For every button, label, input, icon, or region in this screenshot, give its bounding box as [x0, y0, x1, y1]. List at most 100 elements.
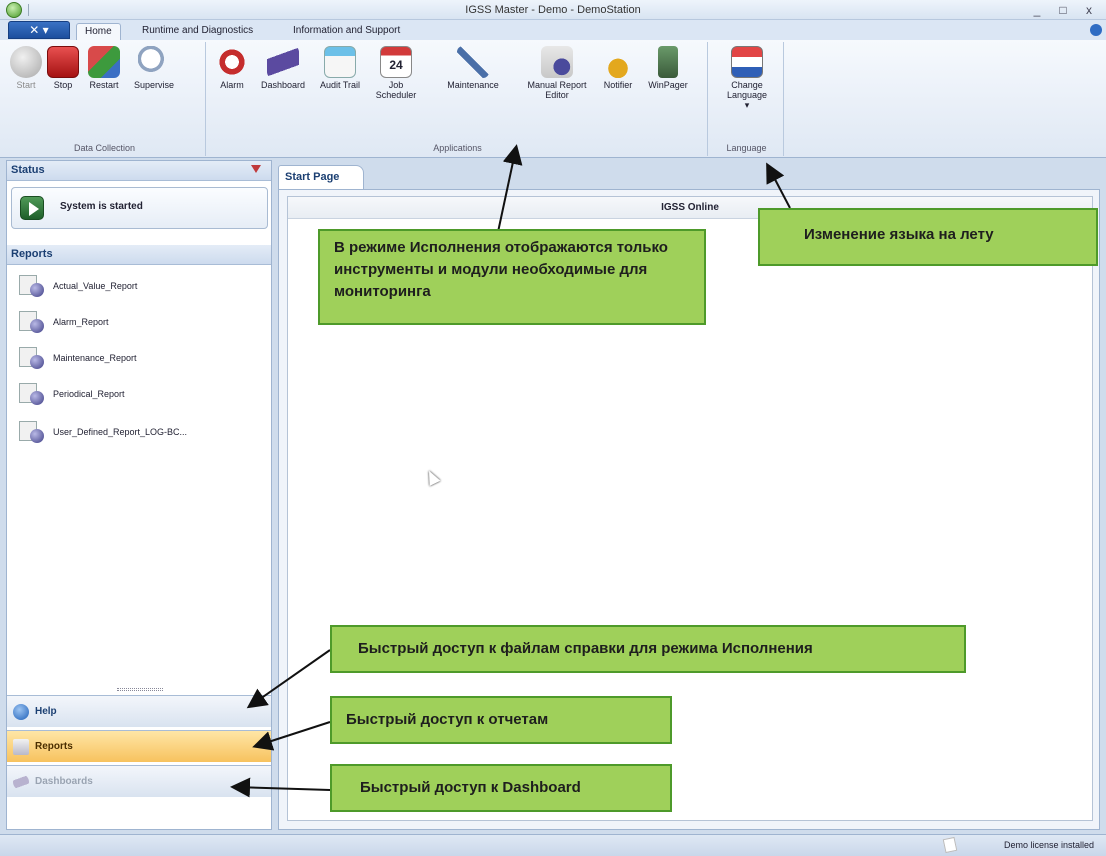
report-icon	[17, 309, 45, 335]
winpager-label: WinPager	[648, 80, 688, 90]
callout-dashboard: Быстрый доступ к Dashboard	[330, 764, 672, 812]
help-icon[interactable]	[1090, 24, 1102, 36]
report-label: Alarm_Report	[53, 317, 109, 327]
window-title: IGSS Master - Demo - DemoStation	[465, 4, 641, 16]
alarm-label: Alarm	[220, 80, 244, 90]
job-scheduler-button[interactable]: 24 Job Scheduler	[368, 46, 424, 100]
report-label: Maintenance_Report	[53, 353, 137, 363]
wrench-icon	[457, 46, 489, 78]
notifier-label: Notifier	[603, 80, 633, 90]
restart-label: Restart	[89, 80, 119, 90]
audit-trail-button[interactable]: Audit Trail	[314, 46, 366, 90]
tab-information-support[interactable]: Information and Support	[285, 23, 408, 40]
pager-icon	[658, 46, 678, 78]
job-scheduler-label: Job Scheduler	[375, 80, 417, 100]
report-label: Periodical_Report	[53, 389, 125, 399]
notifier-button[interactable]: Notifier	[596, 46, 640, 90]
callout-language: Изменение языка на лету	[758, 208, 1098, 266]
list-item[interactable]: Alarm_Report	[17, 309, 267, 337]
alarm-clock-icon	[216, 46, 248, 78]
callout-runtime-tools: В режиме Исполнения отображаются только …	[318, 229, 706, 325]
tab-runtime-diagnostics[interactable]: Runtime and Diagnostics	[134, 23, 261, 40]
nav-reports-button[interactable]: Reports	[7, 730, 271, 762]
splitter-grip[interactable]	[117, 688, 163, 691]
ribbon: Start Stop Restart Supervise Data Collec…	[0, 40, 1106, 158]
alarm-button[interactable]: Alarm	[212, 46, 252, 90]
system-status-box[interactable]: System is started	[11, 187, 268, 229]
change-language-dropdown-icon: ▾	[744, 100, 750, 110]
manual-report-editor-button[interactable]: Manual Report Editor	[522, 46, 592, 100]
maximize-button[interactable]: □	[1052, 2, 1074, 18]
change-language-label: Change Language	[726, 80, 768, 100]
report-icon	[17, 273, 45, 299]
list-item[interactable]: Maintenance_Report	[17, 345, 267, 373]
nav-help-button[interactable]: Help	[7, 695, 271, 727]
supervise-button[interactable]: Supervise	[128, 46, 180, 90]
ribbon-tab-strip: ✕ ▾ Home Runtime and Diagnostics Informa…	[0, 20, 1106, 40]
winpager-button[interactable]: WinPager	[642, 46, 694, 90]
report-icon	[17, 381, 45, 407]
ribbon-group-applications: Alarm Dashboard Audit Trail 24 Job Sched…	[208, 42, 708, 156]
maintenance-label: Maintenance	[447, 80, 499, 90]
stop-icon	[47, 46, 79, 78]
restart-button[interactable]: Restart	[82, 46, 126, 90]
tab-start-page[interactable]: Start Page	[278, 165, 364, 190]
play-icon	[20, 196, 44, 220]
dashboard-button[interactable]: Dashboard	[254, 46, 312, 90]
system-status-text: System is started	[60, 201, 143, 212]
list-item[interactable]: User_Defined_Report_LOG-BC...	[17, 419, 267, 447]
minimize-button[interactable]: _	[1026, 2, 1048, 18]
start-label: Start	[16, 80, 36, 90]
stop-button[interactable]: Stop	[44, 46, 82, 90]
audit-trail-icon	[324, 46, 356, 78]
nav-dashboards-button[interactable]: Dashboards	[7, 765, 271, 797]
reports-icon	[13, 739, 29, 755]
supervise-label: Supervise	[133, 80, 175, 90]
application-menu-button[interactable]: ✕ ▾	[8, 21, 70, 39]
close-button[interactable]: x	[1078, 2, 1100, 18]
nav-dashboards-label: Dashboards	[35, 776, 93, 787]
maintenance-button[interactable]: Maintenance	[440, 46, 506, 90]
list-item[interactable]: Actual_Value_Report	[17, 273, 267, 301]
tab-home[interactable]: Home	[76, 23, 121, 40]
nav-help-label: Help	[35, 706, 57, 717]
report-icon	[17, 345, 45, 371]
status-header: Status	[7, 161, 271, 181]
nav-reports-label: Reports	[35, 741, 73, 752]
callout-reports: Быстрый доступ к отчетам	[330, 696, 672, 744]
notifier-bell-icon	[602, 46, 634, 78]
stop-label: Stop	[53, 80, 73, 90]
change-language-button[interactable]: Change Language ▾	[720, 46, 774, 110]
manual-report-editor-label: Manual Report Editor	[527, 80, 587, 100]
language-flag-icon	[731, 46, 763, 78]
magnifier-icon	[138, 46, 170, 78]
ribbon-group-language: Change Language ▾ Language	[710, 42, 784, 156]
status-bar: Demo license installed	[0, 834, 1106, 856]
dashboard-icon	[13, 774, 29, 790]
left-panel: Status System is started Reports Actual_…	[6, 160, 272, 830]
list-item[interactable]: Periodical_Report	[17, 381, 267, 409]
reports-header-label: Reports	[11, 248, 53, 260]
ribbon-group-data-collection: Start Stop Restart Supervise Data Collec…	[4, 42, 206, 156]
status-header-label: Status	[11, 164, 45, 176]
group-label-applications: Applications	[433, 143, 482, 153]
callout-help: Быстрый доступ к файлам справки для режи…	[330, 625, 966, 673]
start-icon	[10, 46, 42, 78]
pin-icon[interactable]	[251, 165, 261, 173]
report-label: User_Defined_Report_LOG-BC...	[53, 427, 188, 437]
restart-icon	[88, 46, 120, 78]
group-label-language: Language	[726, 143, 767, 153]
report-editor-icon	[541, 46, 573, 78]
license-icon	[942, 836, 958, 854]
license-status: Demo license installed	[1003, 840, 1094, 850]
start-button[interactable]: Start	[8, 46, 44, 90]
calendar-icon: 24	[380, 46, 412, 78]
title-bar: IGSS Master - Demo - DemoStation _ □ x	[0, 0, 1106, 20]
report-icon	[17, 419, 45, 445]
dashboard-gauge-icon	[267, 46, 299, 78]
reports-header: Reports	[7, 245, 271, 265]
help-icon	[13, 704, 29, 720]
calendar-day: 24	[389, 58, 403, 72]
audit-trail-label: Audit Trail	[319, 80, 361, 90]
tools-icon: ✕ ▾	[29, 23, 49, 37]
